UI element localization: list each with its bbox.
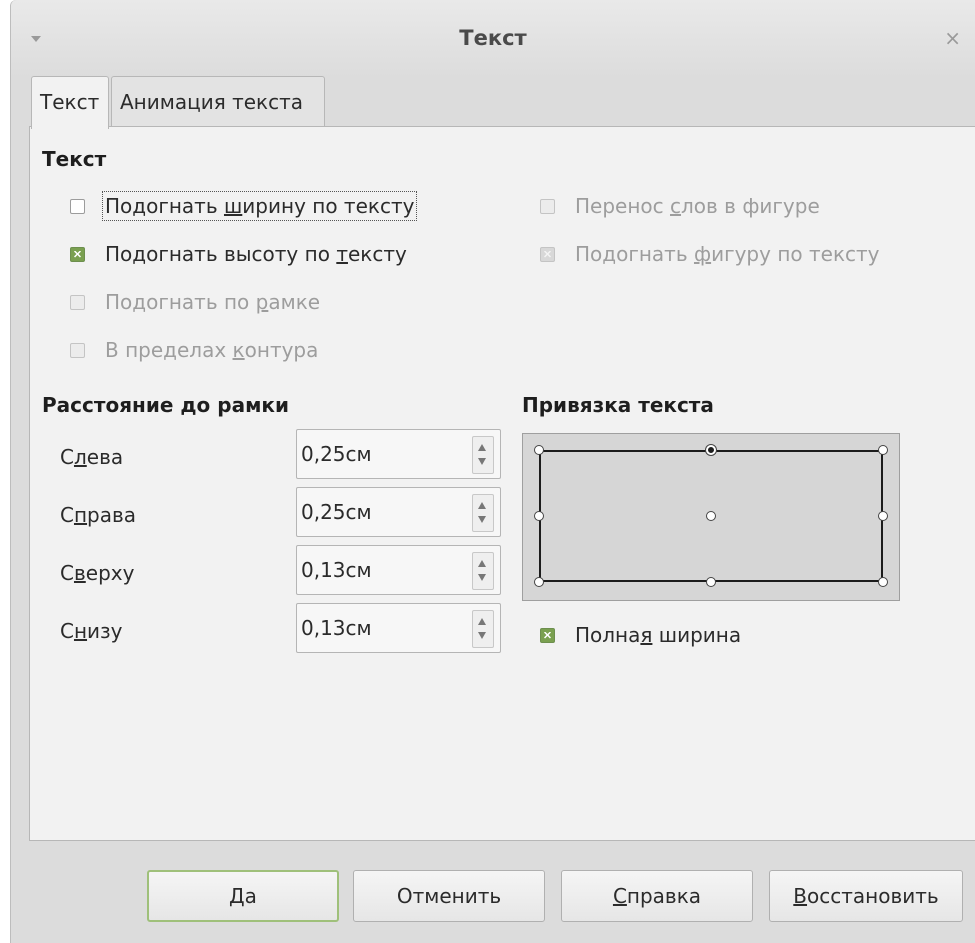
spin-down-icon[interactable] [478, 632, 486, 639]
top-spacing-label: Сверху [60, 561, 135, 585]
text-dialog: Текст × Текст Анимация текста Текст Подо… [10, 0, 975, 943]
fit-frame-label: Подогнать по рамке [105, 290, 321, 314]
spin-down-icon[interactable] [478, 574, 486, 581]
spin-buttons [472, 610, 494, 648]
checkbox-box-disabled[interactable] [70, 294, 85, 310]
tab-text-animation[interactable]: Анимация текста [111, 76, 325, 126]
title-bar: Текст × [11, 0, 975, 78]
spin-up-icon[interactable] [478, 618, 486, 625]
anchor-middle-left[interactable] [534, 511, 544, 521]
right-spacing-label: Справа [60, 503, 137, 527]
tab-panel: Текст Подогнать ширину по тексту Подогна… [29, 126, 975, 841]
right-spacing-input[interactable] [297, 488, 471, 536]
right-spacing-spinbox[interactable] [296, 487, 501, 537]
contour-checkbox[interactable]: В пределах контура [70, 338, 318, 362]
bottom-spacing-label: Снизу [60, 619, 123, 643]
word-wrap-checkbox[interactable]: Перенос слов в фигуре [540, 194, 820, 218]
anchor-center[interactable] [706, 511, 716, 521]
fit-width-label: Подогнать ширину по тексту [101, 191, 418, 221]
checkbox-box-disabled-checked[interactable] [540, 246, 555, 262]
fit-height-label: Подогнать высоту по тексту [105, 242, 407, 266]
checkbox-box-disabled[interactable] [540, 198, 555, 214]
reset-button[interactable]: Восстановить [769, 870, 963, 922]
anchor-top-right[interactable] [878, 445, 888, 455]
text-anchor-control[interactable] [522, 433, 900, 601]
anchor-bottom-left[interactable] [534, 577, 544, 587]
top-spacing-input[interactable] [297, 546, 471, 594]
anchor-bottom-center[interactable] [706, 577, 716, 587]
close-icon[interactable]: × [944, 26, 961, 50]
checkbox-box[interactable] [70, 198, 85, 214]
spin-up-icon[interactable] [478, 444, 486, 451]
checkbox-box-checked[interactable] [70, 246, 85, 262]
bottom-spacing-input[interactable] [297, 604, 471, 652]
spin-up-icon[interactable] [478, 560, 486, 567]
tab-text[interactable]: Текст [31, 76, 109, 129]
fit-height-checkbox[interactable]: Подогнать высоту по тексту [70, 242, 407, 266]
fit-shape-checkbox[interactable]: Подогнать фигуру по тексту [540, 242, 880, 266]
fit-shape-label: Подогнать фигуру по тексту [575, 242, 880, 266]
fit-frame-checkbox[interactable]: Подогнать по рамке [70, 290, 320, 314]
anchor-top-left[interactable] [534, 445, 544, 455]
full-width-label: Полная ширина [575, 623, 742, 647]
contour-label: В пределах контура [105, 338, 319, 362]
anchor-top-center[interactable] [706, 445, 716, 455]
spin-buttons [472, 552, 494, 590]
cancel-button[interactable]: Отменить [353, 870, 545, 922]
fit-width-checkbox[interactable]: Подогнать ширину по тексту [70, 191, 418, 221]
anchor-section-title: Привязка текста [522, 393, 714, 417]
full-width-checkbox[interactable]: Полная ширина [540, 623, 741, 647]
text-section-title: Текст [42, 147, 107, 171]
spin-down-icon[interactable] [478, 516, 486, 523]
anchor-bottom-right[interactable] [878, 577, 888, 587]
spin-down-icon[interactable] [478, 458, 486, 465]
left-spacing-spinbox[interactable] [296, 429, 501, 479]
dialog-title: Текст [459, 26, 527, 50]
spin-buttons [472, 436, 494, 474]
spin-up-icon[interactable] [478, 502, 486, 509]
left-spacing-input[interactable] [297, 430, 471, 478]
left-spacing-label: Слева [60, 445, 124, 469]
word-wrap-label: Перенос слов в фигуре [575, 194, 820, 218]
help-button[interactable]: Справка [561, 870, 753, 922]
spacing-section-title: Расстояние до рамки [42, 393, 290, 417]
bottom-spacing-spinbox[interactable] [296, 603, 501, 653]
anchor-middle-right[interactable] [878, 511, 888, 521]
top-spacing-spinbox[interactable] [296, 545, 501, 595]
checkbox-box-disabled[interactable] [70, 342, 85, 358]
ok-button[interactable]: Да [147, 870, 339, 922]
checkbox-box-checked[interactable] [540, 627, 555, 643]
spin-buttons [472, 494, 494, 532]
